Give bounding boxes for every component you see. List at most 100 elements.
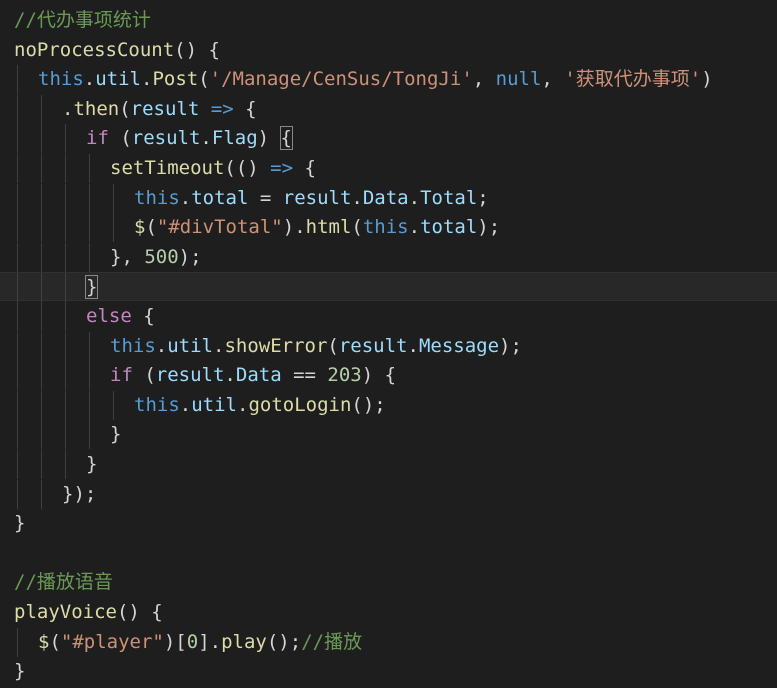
code-line[interactable]: //代办事项统计 [0, 6, 777, 35]
code-token: result [155, 364, 225, 387]
code-token: Total [420, 186, 478, 209]
code-token: Flag [211, 127, 258, 150]
code-text: } [14, 509, 25, 538]
code-token: ); [178, 245, 202, 268]
code-line[interactable]: } [0, 509, 777, 538]
code-token: Data [362, 186, 409, 209]
code-token: ); [499, 334, 522, 357]
code-editor[interactable]: //代办事项统计 noProcessCount() {this.util.Post… [0, 0, 777, 688]
code-line[interactable]: }, 500); [0, 242, 777, 272]
code-text: $("#player")[0].play();//播放 [38, 628, 362, 657]
indent-guide [65, 242, 66, 272]
indent-guide [65, 361, 66, 391]
code-token: 203 [327, 364, 362, 387]
code-token: , [472, 68, 496, 91]
code-line[interactable]: this.util.showError(result.Message); [0, 331, 777, 361]
indent-guide [17, 479, 18, 509]
code-token: (); [266, 630, 302, 653]
code-line[interactable]: } [0, 450, 777, 479]
code-token: } [84, 275, 99, 300]
indent-guide [41, 331, 42, 361]
code-token: => [270, 157, 294, 179]
code-line[interactable]: this.util.gotoLogin(); [0, 390, 777, 420]
code-token: . [83, 68, 96, 91]
indent-guide [41, 302, 42, 331]
code-text: this.util.Post('/Manage/CenSus/TongJi', … [38, 65, 713, 94]
code-text: }); [62, 480, 96, 509]
code-token: result [130, 97, 200, 120]
code-line[interactable]: $("#divTotal").html(this.total); [0, 213, 777, 243]
code-token: $ [134, 216, 146, 239]
indent-guide [89, 183, 90, 213]
indent-guide [17, 94, 18, 124]
code-line[interactable]: this.util.Post('/Manage/CenSus/TongJi', … [0, 65, 777, 95]
indent-guide [41, 183, 42, 213]
code-token: (() [224, 157, 271, 179]
code-token: else [86, 305, 132, 327]
code-token: ( [108, 127, 132, 150]
indent-guide [41, 124, 42, 154]
code-line[interactable]: this.total = result.Data.Total; [0, 183, 777, 213]
indent-guide [89, 154, 90, 183]
code-token: ( [119, 97, 131, 120]
code-token: { [293, 157, 316, 179]
code-token: ( [351, 216, 363, 239]
indent-guide [41, 154, 42, 183]
code-token: ( [132, 364, 156, 387]
code-line[interactable]: }); [0, 479, 777, 509]
code-line[interactable]: playVoice() { [0, 598, 777, 627]
code-line[interactable]: if (result.Data == 203) { [0, 361, 777, 391]
code-line[interactable]: } [0, 420, 777, 450]
code-token: playVoice [14, 601, 117, 623]
code-line[interactable]: } [0, 657, 777, 686]
indent-guide [17, 390, 18, 420]
code-token: () { [116, 601, 163, 623]
code-line[interactable]: if (result.Flag) { [0, 124, 777, 154]
code-line[interactable] [0, 539, 777, 568]
code-line[interactable]: noProcessCount() { [0, 36, 777, 65]
indent-guide [65, 154, 66, 183]
code-token: total [191, 186, 249, 209]
code-token: '获取代办事项' [564, 68, 702, 91]
code-token: ) { [361, 364, 397, 387]
code-token: ). [282, 216, 306, 239]
code-line[interactable]: $("#player")[0].play();//播放 [0, 627, 777, 657]
code-token: () { [174, 38, 220, 61]
indent-guide [17, 331, 18, 361]
indent-guide [41, 479, 42, 509]
code-token: ]. [198, 630, 222, 653]
code-line[interactable]: //播放语音 [0, 568, 777, 597]
code-token: } [86, 453, 98, 475]
code-token: . [140, 68, 153, 91]
code-token: }, [110, 245, 145, 268]
code-line[interactable]: else { [0, 302, 777, 331]
indent-guide [41, 94, 42, 124]
code-text: noProcessCount() { [14, 36, 220, 65]
code-token: util [95, 68, 141, 91]
code-text: if (result.Flag) { [86, 124, 294, 153]
indent-guide [89, 361, 90, 391]
code-text: } [110, 420, 121, 449]
code-text: } [84, 273, 99, 302]
indent-guide [17, 361, 18, 391]
code-line[interactable]: } [0, 272, 777, 303]
indent-guide [89, 242, 90, 272]
code-token: Message [418, 334, 500, 357]
code-line[interactable]: setTimeout(() => { [0, 154, 777, 183]
code-token: ( [198, 68, 210, 91]
code-text: }, 500); [110, 243, 202, 272]
code-token: . [179, 393, 192, 416]
code-token: . [408, 216, 421, 239]
code-token: ; [477, 186, 489, 209]
indent-guide [65, 213, 66, 243]
code-text: $("#divTotal").html(this.total); [134, 213, 500, 242]
code-token: this [38, 68, 84, 91]
code-token: 0 [186, 630, 199, 653]
code-token: util [191, 393, 237, 416]
code-text: playVoice() { [14, 598, 163, 627]
code-token: . [351, 186, 363, 209]
code-token: . [62, 97, 74, 120]
code-token: this [134, 186, 180, 209]
code-line[interactable]: .then(result => { [0, 94, 777, 124]
code-text: } [86, 450, 97, 479]
